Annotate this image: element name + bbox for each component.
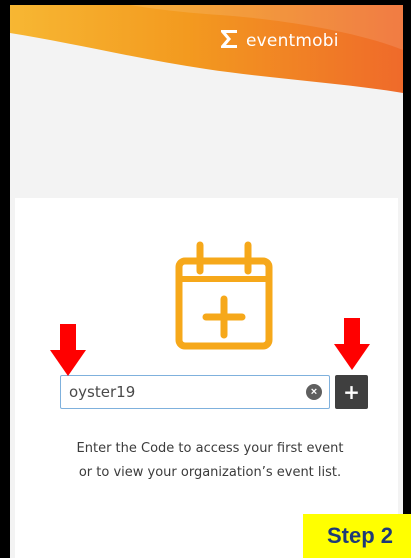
step-label: Step 2 xyxy=(303,514,411,558)
x-circle-icon[interactable]: × xyxy=(306,384,322,400)
code-entry-row: × + xyxy=(60,375,373,411)
app-window: eventmobi × + Enter the Code to access y… xyxy=(10,5,403,558)
add-event-button[interactable]: + xyxy=(335,375,368,409)
header-wave-shape xyxy=(10,5,403,93)
event-access-panel: × + Enter the Code to access your first … xyxy=(15,198,398,558)
event-code-input[interactable] xyxy=(60,375,330,409)
calendar-plus-icon xyxy=(175,241,273,350)
red-arrow-down-icon xyxy=(50,324,86,376)
header-banner: eventmobi xyxy=(10,5,403,93)
brand-name: eventmobi xyxy=(246,31,339,51)
red-arrow-down-icon xyxy=(334,318,370,370)
instruction-text: Enter the Code to access your first even… xyxy=(76,441,344,480)
sigma-logo-icon xyxy=(221,30,237,48)
